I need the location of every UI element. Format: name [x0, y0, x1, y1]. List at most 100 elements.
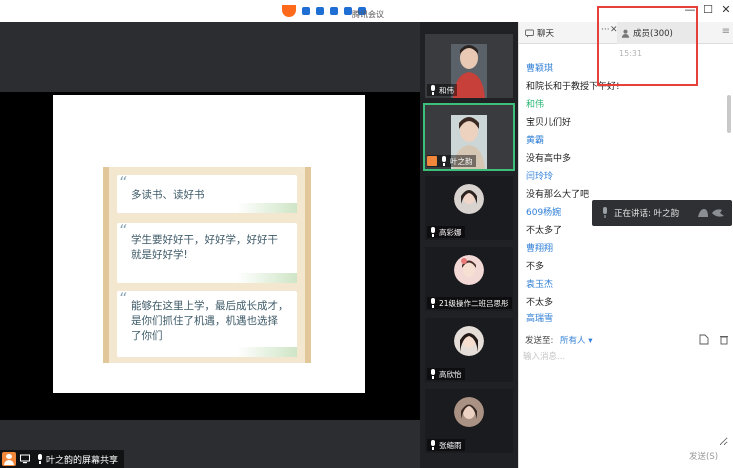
participant-avatar [454, 326, 484, 356]
panel-tabs: 聊天 ··· ✕ 成员(300) ≡ [519, 22, 733, 44]
maximize-button[interactable]: ☐ [701, 4, 715, 16]
quote-2-line-1: 学生要好好干，好好学，好好干 [131, 234, 278, 246]
toolbar-icon-2[interactable] [316, 7, 324, 15]
participant-avatar [454, 184, 484, 214]
send-button[interactable]: 发送(S) [689, 450, 718, 462]
quote-box-2: “ 学生要好好干，好好学，好好干 就是好好学! [117, 221, 297, 283]
minimize-button[interactable]: — [683, 4, 697, 16]
participant-name: 和伟 [439, 85, 454, 95]
speaking-text: 正在讲话: 叶之韵 [614, 209, 680, 219]
quote-box-1: “ 多读书、读好书 [117, 173, 297, 213]
quote-3-line-3: 了你们 [131, 330, 163, 342]
participant-name: 张缩雨 [439, 440, 462, 450]
side-panel: 聊天 ··· ✕ 成员(300) ≡ 15:31 曹颖琪 和院长和于教授下午好!… [518, 22, 733, 468]
mic-icon [603, 207, 607, 218]
quote-mark-icon: “ [119, 289, 128, 308]
chat-message: 不太多 [526, 298, 554, 308]
mic-icon [429, 440, 437, 450]
leaf-decoration [237, 347, 297, 357]
mic-icon [429, 85, 437, 95]
chat-message: 和院长和于教授下午好! [526, 82, 620, 92]
chat-sender: 曹翔翔 [526, 244, 554, 254]
participant-tile-active[interactable]: 叶之韵 [423, 103, 515, 171]
toolbar-icon-1[interactable] [302, 7, 310, 15]
participant-name: 叶之韵 [450, 156, 473, 166]
screen-share-stage: “ 多读书、读好书 “ 学生要好好干，好好学，好好干 就是好好学! “ 能够在这… [0, 22, 420, 468]
message-time: 15:31 [619, 49, 643, 58]
quote-3-line-2: 是你们抓住了机遇，机遇也选择 [131, 315, 278, 327]
chat-message: 宝贝儿们好 [526, 118, 572, 128]
chat-sender: 闫玲玲 [526, 172, 554, 182]
quote-mark-icon: “ [119, 173, 128, 192]
tab-chat-label: 聊天 [537, 29, 555, 39]
participant-tile[interactable]: 和伟 [425, 34, 513, 98]
chat-sender: 和伟 [526, 100, 545, 110]
chat-sender: 袁玉杰 [526, 280, 554, 290]
toolbar-icon-4[interactable] [344, 7, 352, 15]
shared-slide: “ 多读书、读好书 “ 学生要好好干，好好学，好好干 就是好好学! “ 能够在这… [53, 95, 365, 393]
participant-label: 和伟 [427, 84, 457, 96]
send-to-label: 发送至: [525, 336, 554, 346]
participant-name: 高欣怡 [439, 369, 462, 379]
mic-icon [429, 227, 437, 237]
participant-name: 高彩娜 [439, 227, 462, 237]
screen-share-icon [20, 454, 30, 464]
close-window-button[interactable]: ✕ [719, 4, 733, 16]
meeting-window: 腾讯会议 — ☐ ✕ “ 多读书、读好书 “ 学生要好好干，好好学，好好干 就是… [0, 0, 733, 468]
participant-video-list: 和伟 叶之韵 高彩娜 21级操作二班吕思彤 高欣怡 张缩雨 [420, 22, 518, 468]
share-status-bar: 叶之韵的屏幕共享 [0, 450, 125, 468]
quote-mark-icon: “ [119, 221, 128, 240]
participant-label: 21级操作二班吕思彤 [427, 297, 512, 309]
participant-avatar [454, 397, 484, 427]
quote-box-3: “ 能够在这里上学，最后成长成才， 是你们抓住了机遇，机遇也选择 了你们 [117, 289, 297, 357]
app-logo-icon [282, 5, 296, 17]
chat-sender: 黄霸 [526, 136, 545, 146]
participant-label: 张缩雨 [427, 439, 465, 451]
app-name: 腾讯会议 [352, 10, 384, 19]
chat-message-list[interactable]: 曹颖琪 和院长和于教授下午好! 和伟 宝贝儿们好 黄霸 没有高中多 闫玲玲 没有… [519, 62, 729, 324]
chat-sender: 曹颖琪 [526, 64, 554, 74]
participant-tile[interactable]: 21级操作二班吕思彤 [425, 247, 513, 311]
host-badge-icon [427, 156, 437, 166]
mic-toolbar-icon[interactable] [330, 7, 338, 15]
mic-icon [36, 454, 44, 464]
participant-label: 叶之韵 [427, 155, 476, 167]
quote-2-line-2: 就是好好学! [131, 249, 188, 261]
participant-tile[interactable]: 高彩娜 [425, 176, 513, 240]
chat-scrollbar[interactable] [727, 95, 731, 133]
host-icon [2, 452, 16, 466]
file-icon[interactable] [699, 334, 709, 345]
chat-sender: 609杨婉 [526, 208, 562, 218]
participant-label: 高欣怡 [427, 368, 465, 380]
participant-tile[interactable]: 张缩雨 [425, 389, 513, 453]
chat-sender: 高瑞雪 [526, 314, 554, 324]
chat-message: 不多 [526, 262, 545, 272]
chat-icon [525, 29, 534, 37]
share-status-text: 叶之韵的屏幕共享 [46, 455, 119, 466]
quote-3-line-1: 能够在这里上学，最后成长成才， [131, 300, 289, 312]
participant-tile[interactable]: 高欣怡 [425, 318, 513, 382]
quote-1-line-1: 多读书、读好书 [131, 189, 205, 201]
send-target-dropdown[interactable]: 所有人 ▾ [560, 334, 592, 346]
leaf-decoration [237, 273, 297, 283]
mic-icon [429, 369, 437, 379]
chat-message: 没有高中多 [526, 154, 572, 164]
delete-icon[interactable] [719, 334, 729, 345]
person-icon [621, 29, 630, 38]
participant-name: 21级操作二班吕思彤 [439, 298, 509, 308]
participant-label: 高彩娜 [427, 226, 465, 238]
speaking-indicator: 正在讲话: 叶之韵 [592, 200, 732, 226]
mic-icon [440, 156, 448, 166]
tab-members-label: 成员(300) [633, 29, 673, 39]
chat-input[interactable] [523, 350, 728, 446]
mic-icon [429, 298, 437, 308]
menu-icon[interactable]: ≡ [722, 26, 730, 37]
raise-hand-icon[interactable] [696, 207, 726, 219]
tab-members[interactable]: 成员(300) [617, 22, 697, 44]
leaf-decoration [237, 203, 297, 213]
title-bar: 腾讯会议 — ☐ ✕ [0, 0, 733, 22]
participant-avatar [454, 255, 484, 285]
chat-message: 没有那么大了吧 [526, 190, 590, 200]
more-icon[interactable]: ··· [601, 25, 610, 35]
chat-message: 不太多了 [526, 226, 563, 236]
